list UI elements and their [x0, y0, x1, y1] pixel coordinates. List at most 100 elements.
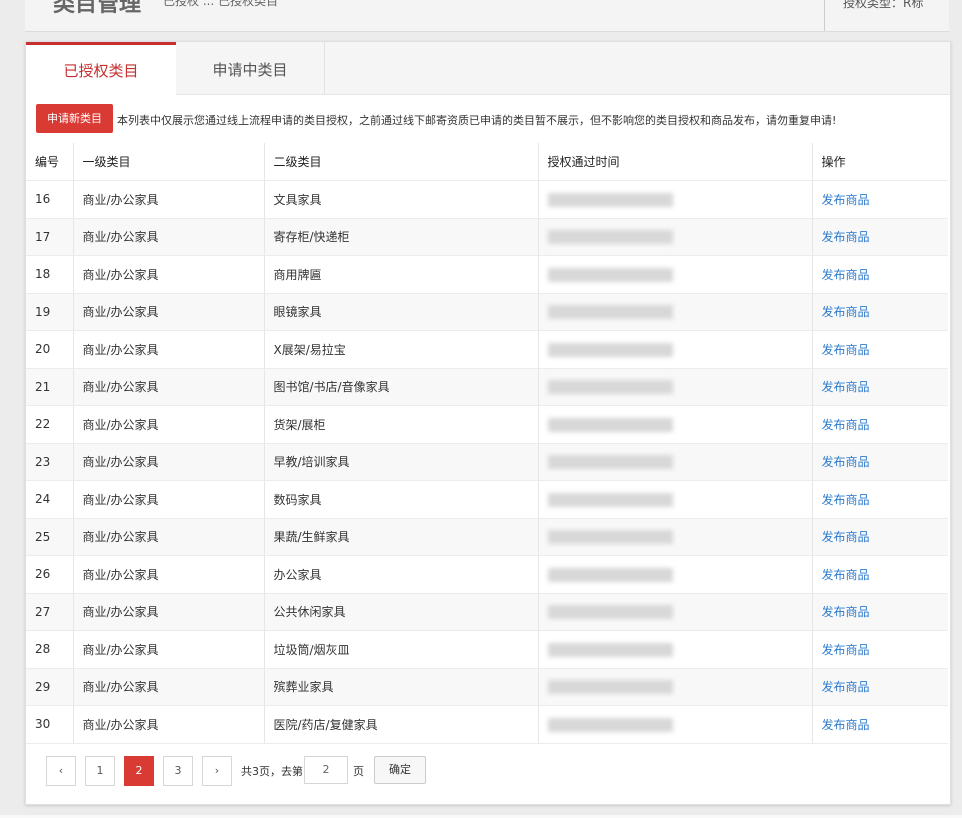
header-action: 操作 — [812, 143, 948, 181]
publish-product-link[interactable]: 发布商品 — [822, 605, 870, 619]
tab-authorized[interactable]: 已授权类目 — [26, 42, 176, 95]
publish-product-link[interactable]: 发布商品 — [822, 343, 870, 357]
next-page-button[interactable]: › — [202, 756, 232, 786]
notice-bar: 申请新类目 本列表中仅展示您通过线上流程申请的类目授权，之前通过线下邮寄资质已申… — [36, 104, 940, 134]
publish-product-link[interactable]: 发布商品 — [822, 305, 870, 319]
table-row: 30 商业/办公家具 医院/药店/复健家具 发布商品 — [26, 705, 948, 744]
page-suffix-text: 页 — [353, 765, 364, 778]
row-cat1: 商业/办公家具 — [73, 443, 265, 481]
row-id: 29 — [26, 668, 74, 706]
row-cat2: 数码家具 — [264, 480, 539, 519]
auth-type-label: 授权类型：R标 — [843, 0, 924, 10]
row-cat2: 垃圾筒/烟灰皿 — [264, 630, 539, 669]
row-auth-time — [538, 630, 813, 669]
page-title: 类目管理 — [53, 0, 142, 17]
page-confirm-button[interactable]: 确定 — [374, 756, 426, 784]
row-cat1: 商业/办公家具 — [73, 293, 265, 331]
publish-product-link[interactable]: 发布商品 — [822, 530, 870, 544]
table-row: 17 商业/办公家具 寄存柜/快递柜 发布商品 — [26, 218, 948, 256]
row-cat2: 早教/培训家具 — [264, 443, 539, 481]
row-cat2: 眼镜家具 — [264, 293, 539, 331]
row-id: 30 — [26, 705, 74, 744]
row-action: 发布商品 — [812, 330, 948, 369]
publish-product-link[interactable]: 发布商品 — [822, 455, 870, 469]
header-cat1: 一级类目 — [73, 143, 265, 181]
row-auth-time — [538, 705, 813, 744]
row-cat1: 商业/办公家具 — [73, 480, 265, 519]
redacted-time — [547, 267, 673, 282]
table-row: 27 商业/办公家具 公共休闲家具 发布商品 — [26, 593, 948, 631]
row-action: 发布商品 — [812, 630, 948, 669]
category-table: 编号 一级类目 二级类目 授权通过时间 操作 16 商业/办公家具 文具家具 发布商品… — [26, 143, 948, 744]
redacted-time — [547, 305, 673, 319]
redacted-time — [547, 492, 673, 507]
row-action: 发布商品 — [812, 405, 948, 444]
row-cat2: X展架/易拉宝 — [264, 330, 539, 369]
tab-bar: 已授权类目 申请中类目 — [26, 42, 950, 95]
prev-page-button[interactable]: ‹ — [46, 756, 76, 786]
row-auth-time — [538, 593, 813, 631]
row-cat1: 商业/办公家具 — [73, 630, 265, 669]
page-jump-input[interactable]: 2 — [304, 756, 348, 784]
publish-product-link[interactable]: 发布商品 — [822, 418, 870, 432]
row-cat2: 文具家具 — [264, 180, 539, 219]
redacted-time — [547, 455, 673, 469]
publish-product-link[interactable]: 发布商品 — [822, 568, 870, 582]
row-id: 27 — [26, 593, 74, 631]
row-auth-time — [538, 668, 813, 706]
table-row: 19 商业/办公家具 眼镜家具 发布商品 — [26, 293, 948, 331]
redacted-time — [547, 380, 673, 394]
apply-new-category-button[interactable]: 申请新类目 — [36, 104, 113, 133]
table-row: 28 商业/办公家具 垃圾筒/烟灰皿 发布商品 — [26, 630, 948, 669]
redacted-time — [547, 192, 673, 207]
table-row: 18 商业/办公家具 商用牌匾 发布商品 — [26, 255, 948, 294]
category-card: 已授权类目 申请中类目 申请新类目 本列表中仅展示您通过线上流程申请的类目授权，… — [25, 41, 951, 805]
publish-product-link[interactable]: 发布商品 — [822, 230, 870, 244]
row-cat1: 商业/办公家具 — [73, 593, 265, 631]
row-action: 发布商品 — [812, 593, 948, 631]
row-auth-time — [538, 518, 813, 556]
row-action: 发布商品 — [812, 443, 948, 481]
row-cat2: 货架/展柜 — [264, 405, 539, 444]
publish-product-link[interactable]: 发布商品 — [822, 493, 870, 507]
redacted-time — [547, 417, 673, 432]
publish-product-link[interactable]: 发布商品 — [822, 718, 870, 732]
total-pages-text: 共3页，去第 — [241, 765, 303, 778]
row-action: 发布商品 — [812, 218, 948, 256]
row-auth-time — [538, 480, 813, 519]
row-id: 22 — [26, 405, 74, 444]
row-id: 19 — [26, 293, 74, 331]
row-cat2: 商用牌匾 — [264, 255, 539, 294]
row-action: 发布商品 — [812, 668, 948, 706]
tab-applying[interactable]: 申请中类目 — [176, 42, 325, 94]
page-2-button[interactable]: 2 — [124, 756, 154, 786]
row-cat2: 办公家具 — [264, 555, 539, 594]
row-auth-time — [538, 293, 813, 331]
row-auth-time — [538, 218, 813, 256]
row-action: 发布商品 — [812, 480, 948, 519]
publish-product-link[interactable]: 发布商品 — [822, 380, 870, 394]
publish-product-link[interactable]: 发布商品 — [822, 268, 870, 282]
publish-product-link[interactable]: 发布商品 — [822, 193, 870, 207]
row-action: 发布商品 — [812, 555, 948, 594]
row-id: 18 — [26, 255, 74, 294]
table-row: 26 商业/办公家具 办公家具 发布商品 — [26, 555, 948, 594]
publish-product-link[interactable]: 发布商品 — [822, 680, 870, 694]
publish-product-link[interactable]: 发布商品 — [822, 643, 870, 657]
page-3-button[interactable]: 3 — [163, 756, 193, 786]
row-auth-time — [538, 368, 813, 406]
redacted-time — [547, 530, 673, 544]
table-row: 21 商业/办公家具 图书馆/书店/音像家具 发布商品 — [26, 368, 948, 406]
row-id: 20 — [26, 330, 74, 369]
row-auth-time — [538, 330, 813, 369]
table-row: 16 商业/办公家具 文具家具 发布商品 — [26, 180, 948, 219]
table-row: 25 商业/办公家具 果蔬/生鲜家具 发布商品 — [26, 518, 948, 556]
redacted-time — [547, 717, 673, 732]
row-cat1: 商业/办公家具 — [73, 180, 265, 219]
row-cat1: 商业/办公家具 — [73, 405, 265, 444]
row-auth-time — [538, 405, 813, 444]
row-auth-time — [538, 443, 813, 481]
page-1-button[interactable]: 1 — [85, 756, 115, 786]
row-id: 25 — [26, 518, 74, 556]
row-cat1: 商业/办公家具 — [73, 705, 265, 744]
